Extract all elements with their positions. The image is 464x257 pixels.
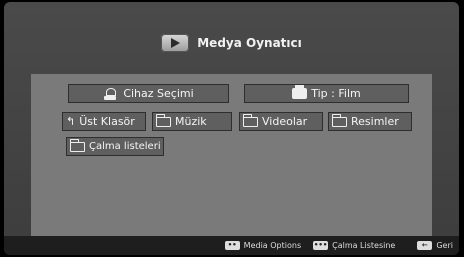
media-type-button[interactable]: Tip : Film [244,84,409,103]
parent-folder-button[interactable]: ↰ Üst Klasör [62,112,146,131]
hint-add-to-playlist[interactable]: ••• Çalma Listesine [313,241,395,250]
footer-hint-bar: •• Media Options ••• Çalma Listesine ← G… [4,236,459,255]
page-title: Medya Oynatıcı [197,36,302,50]
title-bar: Medya Oynatıcı [4,32,459,54]
folder-icon [70,138,85,152]
media-type-label: Tip : Film [311,87,361,100]
content-panel: Cihaz Seçimi Tip : Film ↰ Üst Klasör Müz… [31,74,432,236]
play-icon [161,34,190,52]
folder-playlists[interactable]: Çalma listeleri [66,137,164,156]
device-selection-label: Cihaz Seçimi [123,87,194,100]
folder-playlists-label: Çalma listeleri [89,141,161,152]
folder-pictures[interactable]: Resimler [328,112,412,131]
options-key-icon: •• [224,241,240,250]
hint-back-label: Geri [436,241,453,250]
hint-media-options[interactable]: •• Media Options [224,241,302,250]
hint-back[interactable]: ← Geri [417,241,453,250]
media-player-screen: Medya Oynatıcı Cihaz Seçimi Tip : Film ↰… [4,2,459,255]
folder-icon [332,113,347,127]
folder-videos-label: Videolar [262,115,308,128]
hint-add-to-playlist-label: Çalma Listesine [332,241,396,250]
device-icon [103,87,117,100]
back-key-icon: ← [417,241,433,250]
folder-videos[interactable]: Videolar [239,112,323,131]
playlist-key-icon: ••• [313,241,329,250]
parent-folder-label: Üst Klasör [79,115,135,128]
up-arrow-icon: ↰ [66,115,76,128]
folder-pictures-label: Resimler [351,115,399,128]
folder-icon [243,113,258,127]
folder-music-label: Müzik [175,115,207,128]
folder-music[interactable]: Müzik [152,112,232,131]
device-selection-button[interactable]: Cihaz Seçimi [68,84,229,103]
folder-icon [156,113,171,127]
hint-media-options-label: Media Options [243,241,302,250]
media-type-icon [292,85,308,99]
